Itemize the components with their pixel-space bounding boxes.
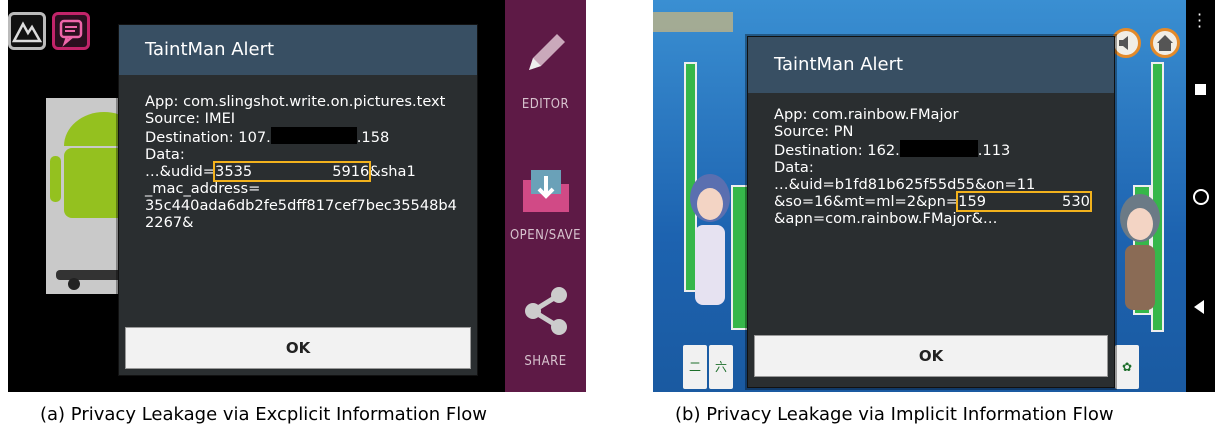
source-line: Source: IMEI — [145, 110, 236, 127]
data-line-4: 2267& — [145, 214, 194, 231]
caption-b: (b) Privacy Leakage via Implicit Informa… — [675, 404, 1114, 425]
player-hand-tiles: 二 六 — [683, 345, 733, 390]
player-avatar-left — [685, 170, 735, 310]
back-nav-icon[interactable] — [1194, 300, 1204, 314]
data-line-1-prefix: …&udid= — [145, 163, 216, 180]
mahjong-tile[interactable]: 二 — [683, 345, 707, 389]
menu-dots-icon[interactable]: · · · — [1197, 7, 1202, 35]
mahjong-tile[interactable]: 六 — [709, 345, 733, 389]
mountain-icon[interactable] — [8, 12, 46, 50]
udid-highlight: 3535 5916 — [213, 161, 372, 182]
open-save-button[interactable]: OPEN/SAVE — [505, 228, 586, 243]
recent-apps-icon[interactable] — [1195, 84, 1206, 95]
data-line-1-suffix: &sha1 — [369, 163, 416, 180]
destination-prefix: Destination: 162. — [774, 142, 900, 159]
drawn-mahjong-tile[interactable]: ✿ — [1115, 345, 1139, 389]
player-avatar-right — [1115, 190, 1165, 310]
app-line: App: com.rainbow.FMajor — [774, 106, 959, 123]
taintman-alert-dialog: TaintMan Alert App: com.slingshot.write.… — [118, 24, 478, 376]
home-nav-icon[interactable] — [1193, 189, 1209, 205]
home-icon[interactable] — [1150, 28, 1180, 58]
pn-end: 530 — [1062, 193, 1090, 210]
redacted-ip — [270, 127, 357, 144]
udid-start: 3535 — [215, 163, 253, 180]
destination-suffix: .113 — [977, 142, 1011, 159]
udid-end: 5916 — [332, 163, 370, 180]
alert-details: App: com.rainbow.FMajor Source: PN Desti… — [774, 106, 1092, 227]
pn-start: 159 — [958, 193, 987, 210]
data-line-2: _mac_address= — [145, 180, 261, 197]
share-icon[interactable] — [523, 286, 569, 340]
taintman-alert-dialog: TaintMan Alert App: com.rainbow.FMajor S… — [747, 36, 1115, 388]
data-line-3: &apn=com.rainbow.FMajor&… — [774, 210, 998, 227]
sound-icon[interactable] — [1111, 28, 1141, 58]
data-line-3: 35c440ada6db2fe5dff817cef7bec35548b4 — [145, 197, 457, 214]
dialog-title: TaintMan Alert — [748, 37, 1114, 93]
app-line: App: com.slingshot.write.on.pictures.tex… — [145, 93, 446, 110]
data-label: Data: — [774, 159, 814, 176]
alert-details: App: com.slingshot.write.on.pictures.tex… — [145, 93, 457, 231]
screenshot-explicit-flow: EDITOR OPEN/SAVE SHARE TaintMan Alert Ap… — [8, 0, 586, 392]
ok-button[interactable]: OK — [125, 327, 471, 369]
ok-button[interactable]: OK — [754, 335, 1108, 377]
editor-button[interactable]: EDITOR — [505, 97, 586, 112]
screenshot-implicit-flow: 二 六 ✿ · · · TaintMan Alert App: com.rainbo… — [653, 0, 1215, 392]
data-line-1: …&uid=b1fd81b625f55d55&on=11 — [774, 176, 1036, 193]
pencil-icon[interactable] — [523, 30, 569, 80]
destination-prefix: Destination: 107. — [145, 129, 271, 146]
redacted-ip — [899, 140, 978, 157]
pn-highlight: 159 530 — [956, 191, 1092, 212]
game-title-banner — [653, 12, 733, 32]
source-line: Source: PN — [774, 123, 854, 140]
share-button[interactable]: SHARE — [505, 354, 586, 369]
folder-icon[interactable] — [521, 166, 571, 220]
data-line-2-prefix: &so=16&mt=ml=2&pn= — [774, 193, 959, 210]
editor-sidebar: EDITOR OPEN/SAVE SHARE — [505, 0, 586, 392]
dialog-title: TaintMan Alert — [119, 25, 477, 75]
data-label: Data: — [145, 146, 185, 163]
destination-suffix: .158 — [356, 129, 390, 146]
caption-a: (a) Privacy Leakage via Excplicit Inform… — [40, 404, 487, 425]
android-nav-bar: · · · — [1186, 0, 1215, 392]
speech-bubble-icon[interactable] — [52, 12, 90, 50]
